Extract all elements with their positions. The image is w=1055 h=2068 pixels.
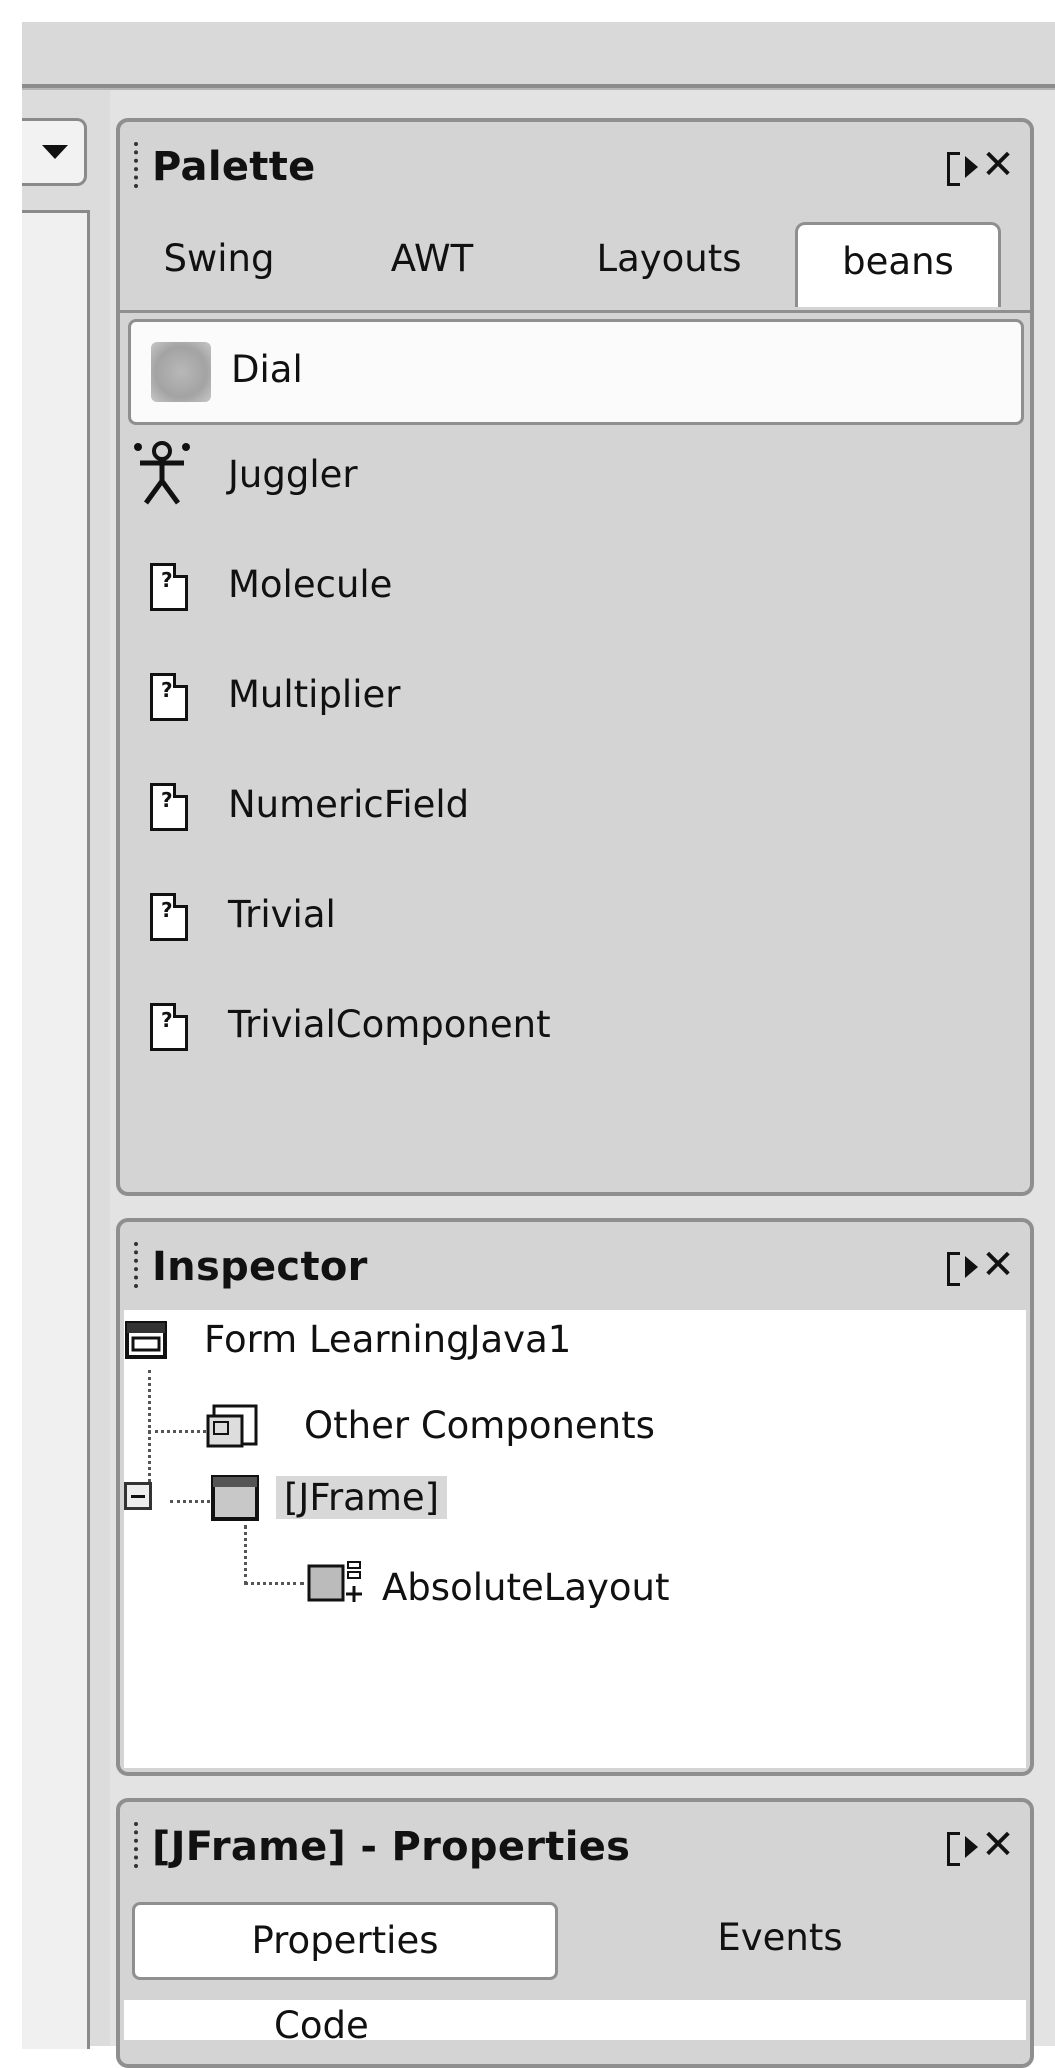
palette-item-numericfield[interactable]: ? NumericField — [120, 755, 1030, 865]
close-icon[interactable]: ✕ — [978, 1242, 1018, 1288]
inspector-panel: Inspector ✕ Form LearningJava1 Other Com… — [116, 1218, 1034, 1776]
dial-icon — [151, 342, 211, 402]
section-label: Code — [274, 2004, 369, 2040]
juggler-icon — [134, 441, 190, 505]
chevron-down-icon — [42, 145, 68, 159]
tree-line — [148, 1430, 206, 1433]
minimize-arrow-icon[interactable] — [965, 156, 978, 178]
main-toolbar — [22, 22, 1055, 88]
bean-icon: ? — [150, 783, 188, 831]
tree-node-absolutelayout[interactable]: AbsoluteLayout — [382, 1566, 670, 1609]
tree-node-jframe[interactable]: [JFrame] — [276, 1476, 448, 1519]
palette-title: Palette — [152, 144, 316, 190]
palette-item-label: Trivial — [228, 893, 336, 936]
tab-properties[interactable]: Properties — [132, 1902, 558, 1980]
palette-item-label: TrivialComponent — [228, 1003, 551, 1046]
palette-item-trivialcomponent[interactable]: ? TrivialComponent — [120, 975, 1030, 1085]
minimize-icon[interactable] — [947, 1252, 960, 1286]
drag-grip-icon[interactable] — [134, 1242, 142, 1288]
tree-line — [244, 1582, 304, 1585]
drag-grip-icon[interactable] — [134, 142, 142, 188]
palette-item-label: Dial — [231, 348, 303, 391]
inspector-header: Inspector ✕ — [120, 1222, 1030, 1310]
palette-item-label: NumericField — [228, 783, 470, 826]
palette-item-multiplier[interactable]: ? Multiplier — [120, 645, 1030, 755]
inspector-title: Inspector — [152, 1244, 368, 1290]
bean-icon: ? — [150, 673, 188, 721]
inspector-tree[interactable]: Form LearningJava1 Other Components [JFr… — [124, 1310, 1026, 1768]
minimize-arrow-icon[interactable] — [965, 1256, 978, 1278]
tab-awt[interactable]: AWT — [372, 222, 492, 296]
close-icon[interactable]: ✕ — [978, 1822, 1018, 1868]
bean-icon: ? — [150, 1003, 188, 1051]
palette-item-dial[interactable]: Dial — [128, 319, 1024, 425]
editor-pane[interactable] — [22, 210, 90, 2049]
palette-item-molecule[interactable]: ? Molecule — [120, 535, 1030, 645]
bean-icon: ? — [150, 893, 188, 941]
palette-item-label: Multiplier — [228, 673, 401, 716]
drag-grip-icon[interactable] — [134, 1822, 142, 1868]
properties-header: [JFrame] - Properties ✕ — [120, 1802, 1030, 1890]
tree-node-other-components[interactable]: Other Components — [304, 1404, 655, 1447]
palette-item-label: Juggler — [228, 453, 358, 496]
palette-header: Palette ✕ — [120, 122, 1030, 210]
palette-item-trivial[interactable]: ? Trivial — [120, 865, 1030, 975]
tab-beans[interactable]: beans — [795, 222, 1001, 307]
minimize-arrow-icon[interactable] — [965, 1836, 978, 1858]
properties-tabs: Properties Events — [120, 1890, 1030, 2000]
tab-swing[interactable]: Swing — [144, 222, 294, 296]
properties-panel: [JFrame] - Properties ✕ Properties Event… — [116, 1798, 1034, 2068]
editor-dropdown-button[interactable] — [22, 118, 87, 186]
palette-panel: Palette ✕ Swing AWT Layouts beans Dial J… — [116, 118, 1034, 1196]
properties-section-code[interactable]: Code — [124, 2000, 1026, 2040]
folder-icon — [206, 1404, 258, 1448]
form-icon — [125, 1321, 167, 1359]
tab-events[interactable]: Events — [640, 1902, 920, 1974]
layout-icon — [307, 1561, 362, 1602]
tree-line — [244, 1525, 247, 1585]
bean-icon: ? — [150, 563, 188, 611]
minimize-icon[interactable] — [947, 1832, 960, 1866]
properties-title: [JFrame] - Properties — [152, 1824, 631, 1870]
palette-item-label: Molecule — [228, 563, 393, 606]
collapse-icon[interactable] — [124, 1482, 152, 1510]
frame-icon — [211, 1475, 259, 1521]
close-icon[interactable]: ✕ — [978, 142, 1018, 188]
tab-layouts[interactable]: Layouts — [575, 222, 763, 296]
minimize-icon[interactable] — [947, 152, 960, 186]
palette-item-juggler[interactable]: Juggler — [120, 425, 1030, 535]
palette-tabs: Swing AWT Layouts beans — [120, 210, 1030, 313]
tree-line — [148, 1370, 151, 1500]
tree-node-form[interactable]: Form LearningJava1 — [204, 1318, 571, 1361]
tree-line — [170, 1500, 210, 1503]
